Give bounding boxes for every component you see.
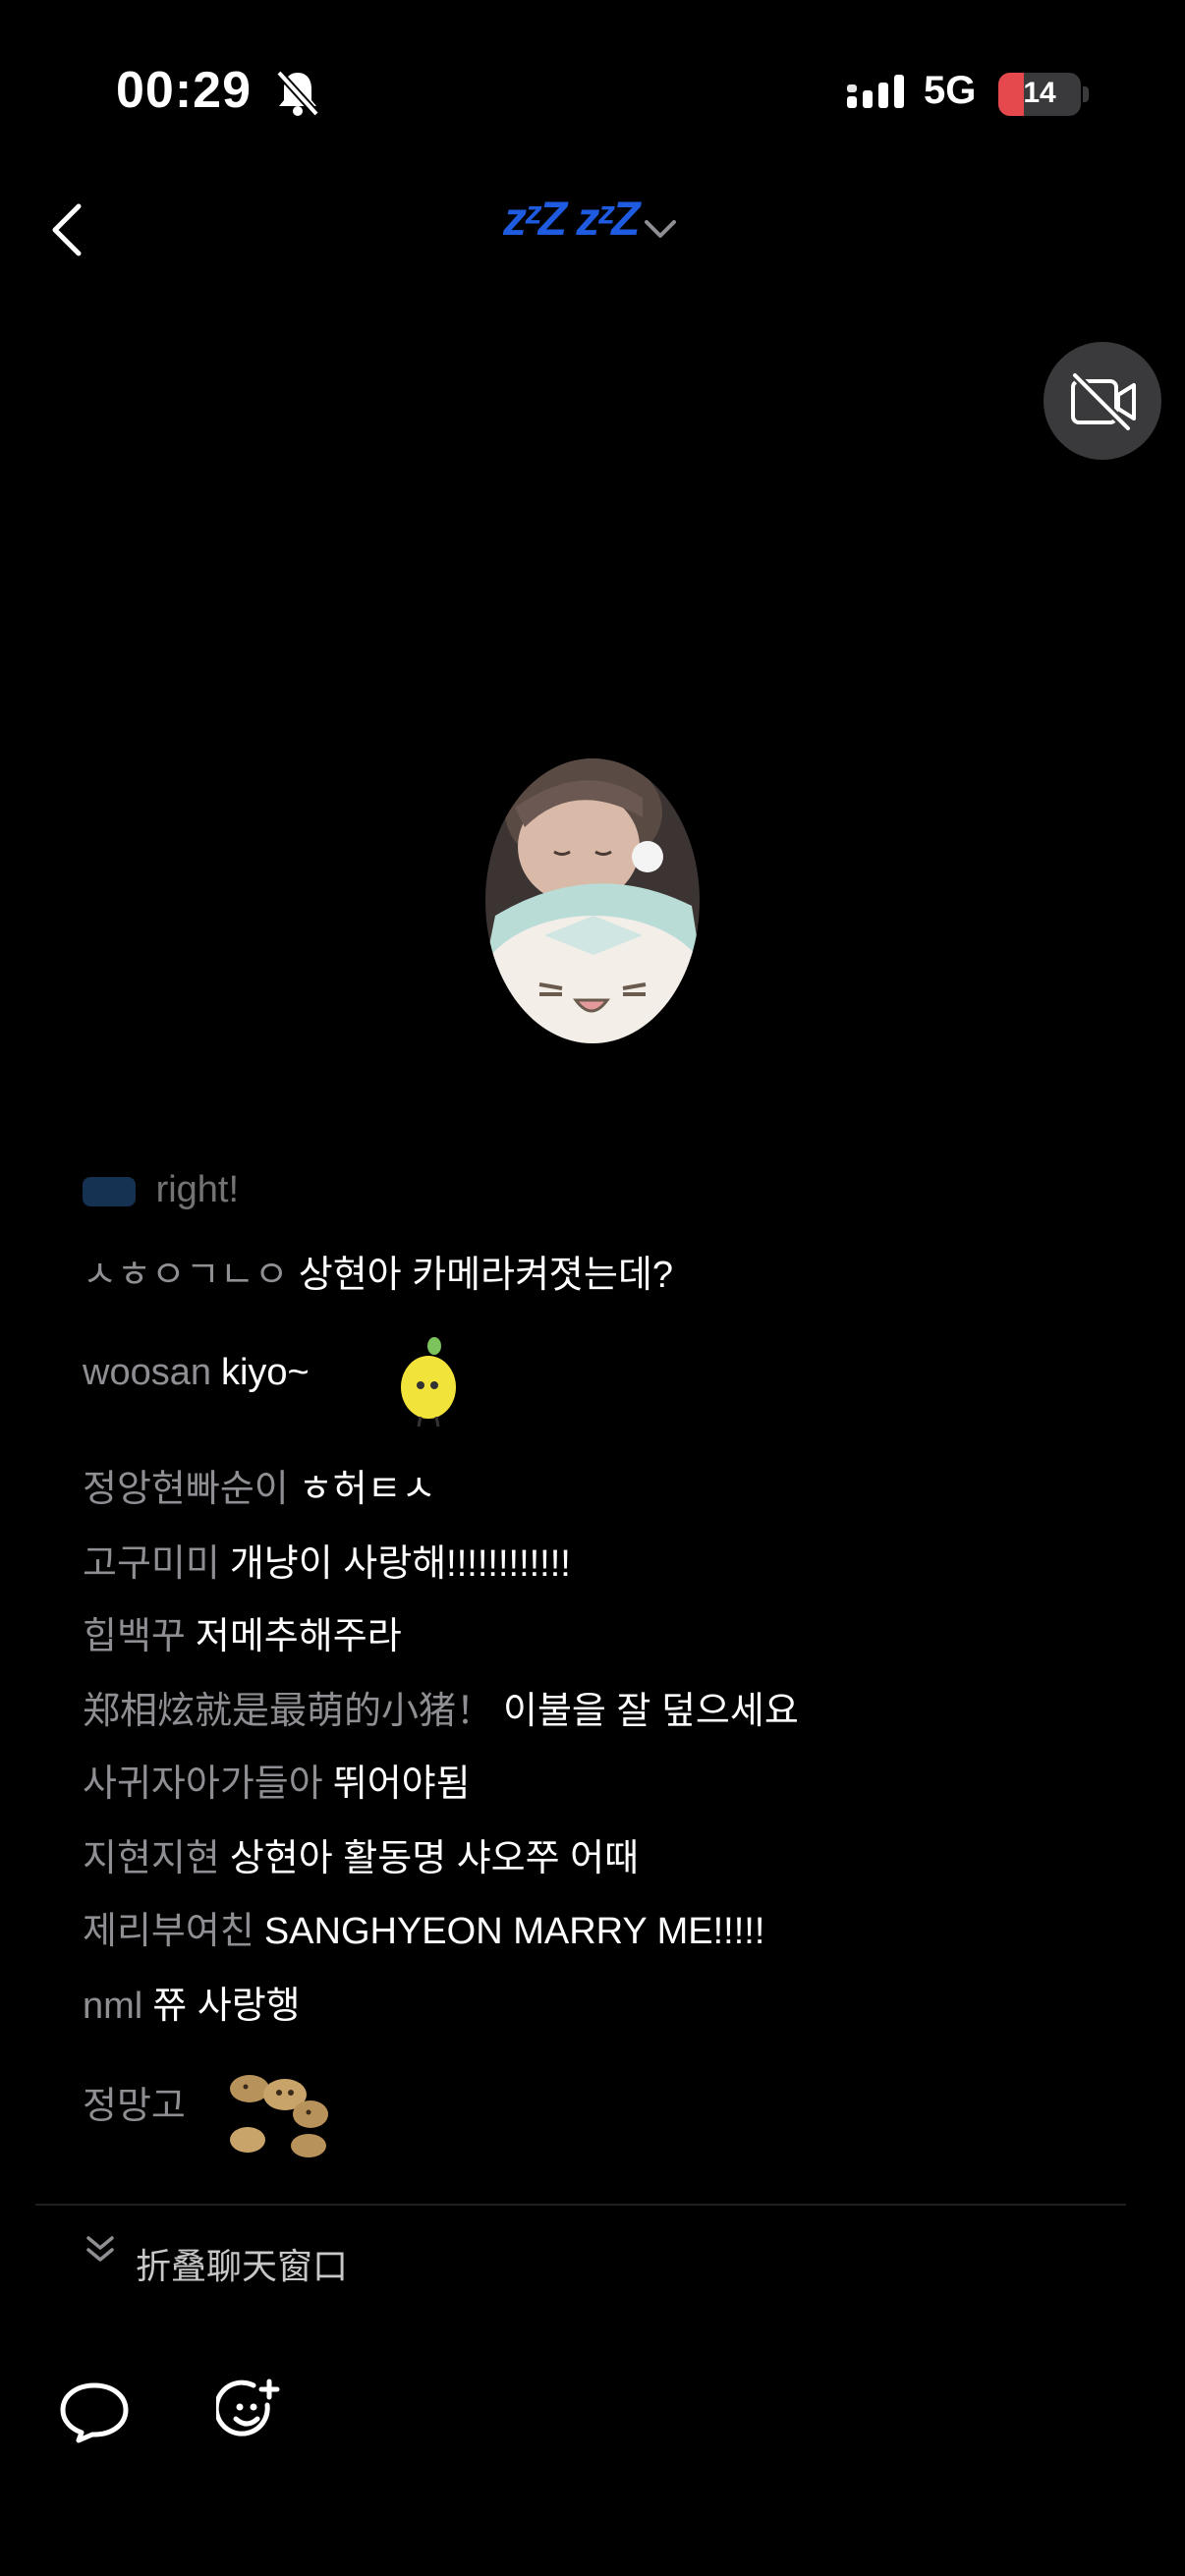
status-time: 00:29 [116, 62, 252, 119]
chat-message-partial: right! [83, 1169, 239, 1211]
camera-off-button[interactable] [1044, 342, 1161, 460]
chat-message[interactable]: 郑相炫就是最萌的小猪！ 이불을 잘 덮으세요 [83, 1680, 799, 1734]
message-username[interactable]: 힙백꾸 [83, 1616, 186, 1657]
network-type: 5G [924, 69, 977, 112]
message-text: ㅎ허ㅌㅅ [298, 1469, 436, 1510]
message-username[interactable]: 사귀자아가들아 [83, 1764, 323, 1805]
message-text: 뛰어야됨 [332, 1764, 471, 1805]
message-text: SANGHYEON MARRY ME!!!!! [263, 1911, 765, 1952]
battery-nub [1083, 86, 1089, 102]
battery-icon: 14 [998, 73, 1081, 116]
chat-message[interactable]: 고구미미 개냥이 사랑해!!!!!!!!!!!! [83, 1533, 571, 1587]
message-username[interactable]: 지현지현 [83, 1838, 220, 1879]
message-username[interactable]: 고구미미 [83, 1543, 220, 1585]
chat-message[interactable]: ㅅㅎㅇㄱㄴㅇ 상현아 카메라켜졋는데? [83, 1244, 673, 1298]
message-text: 개냥이 사랑해!!!!!!!!!!!! [229, 1543, 571, 1585]
chat-message[interactable]: 지현지현 상현아 활동명 샤오쭈 어때 [83, 1827, 639, 1881]
host-video-avatar [485, 758, 700, 1043]
chevron-down-icon[interactable] [643, 218, 678, 242]
message-username[interactable]: 정앙현빠순이 [83, 1469, 289, 1510]
message-text: 이불을 잘 덮으세요 [503, 1691, 799, 1732]
collapse-chevrons-icon[interactable] [85, 2232, 116, 2269]
chat-message[interactable]: 정망고 [83, 2075, 186, 2129]
chat-message[interactable]: 사귀자아가들아 뛰어야됨 [83, 1753, 471, 1807]
lemon-sticker [401, 1337, 456, 1428]
message-username[interactable]: woosan [83, 1352, 211, 1393]
silent-bell-icon [276, 70, 319, 117]
battery-level: 14 [1023, 77, 1056, 109]
chat-divider [35, 2204, 1126, 2206]
message-text: 저메추해주라 [195, 1616, 402, 1657]
message-username[interactable]: nml [83, 1986, 142, 2027]
chat-message[interactable]: 힙백꾸 저메추해주라 [83, 1605, 402, 1659]
chat-message[interactable]: 정앙현빠순이 ㅎ허ㅌㅅ [83, 1458, 436, 1512]
back-chevron-icon[interactable] [47, 200, 86, 259]
add-emoji-icon[interactable] [216, 2378, 281, 2442]
comment-bubble-icon[interactable] [59, 2381, 130, 2444]
camera-off-icon [1071, 371, 1136, 432]
message-username[interactable]: 정망고 [83, 2086, 186, 2127]
stream-title[interactable]: zᶻZ zᶻZ [503, 193, 640, 247]
message-text: right! [155, 1169, 240, 1210]
bus-emoji-icon [83, 1176, 136, 1206]
message-text: 상현아 활동명 샤오쭈 어때 [229, 1838, 640, 1879]
collapse-chat-button[interactable]: 折叠聊天窗口 [136, 2238, 348, 2289]
chat-message[interactable]: nml 쮸 사랑행 [83, 1975, 301, 2029]
message-username[interactable]: ㅅㅎㅇㄱㄴㅇ [83, 1255, 289, 1296]
signal-icon [847, 75, 904, 108]
cookies-sticker [230, 2075, 328, 2157]
message-username[interactable]: 郑相炫就是最萌的小猪！ [83, 1691, 493, 1732]
message-text: 쮸 사랑행 [152, 1986, 301, 2027]
chat-message[interactable]: 제리부여친 SANGHYEON MARRY ME!!!!! [83, 1900, 764, 1954]
message-username[interactable]: 제리부여친 [83, 1911, 254, 1952]
message-text: kiyo~ [220, 1352, 310, 1393]
chat-message[interactable]: woosan kiyo~ [83, 1352, 310, 1394]
message-text: 상현아 카메라켜졋는데? [298, 1255, 674, 1296]
